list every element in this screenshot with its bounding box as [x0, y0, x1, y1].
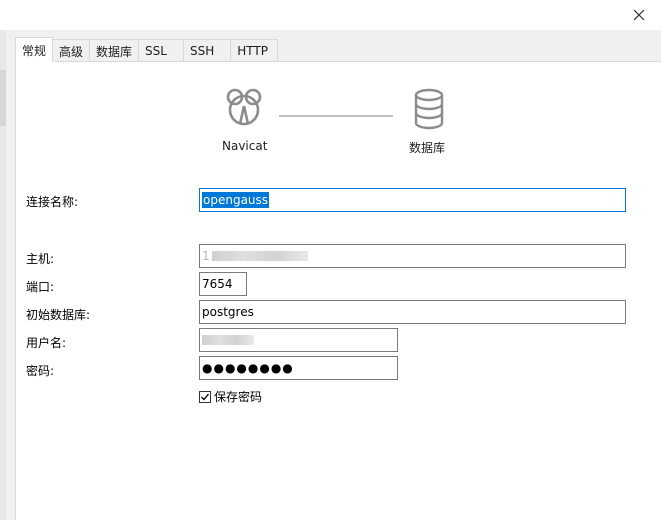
close-button[interactable]	[628, 4, 650, 26]
database-icon	[414, 88, 444, 130]
username-label: 用户名:	[26, 336, 67, 350]
save-password-checkbox[interactable]: 保存密码	[199, 388, 262, 405]
connection-line	[279, 115, 393, 117]
initial-database-value: postgres	[202, 305, 254, 319]
host-field[interactable]: 1	[199, 244, 626, 268]
sidebar-scroll-mark	[0, 70, 6, 126]
tab-bar: 常规 高级 数据库 SSL SSH HTTP	[15, 37, 278, 62]
connection-graphic: Navicat 数据库	[216, 84, 466, 164]
connection-name-label: 连接名称:	[26, 195, 79, 209]
tab-ssl[interactable]: SSL	[138, 39, 184, 62]
checkmark-icon	[201, 393, 210, 400]
tab-general[interactable]: 常规	[15, 37, 54, 62]
checkbox-box[interactable]	[199, 390, 211, 403]
host-redacted	[211, 251, 308, 261]
tab-label: 高级	[59, 44, 84, 59]
save-password-label: 保存密码	[214, 390, 263, 404]
port-label: 端口:	[26, 280, 55, 294]
username-redacted	[202, 335, 254, 345]
port-value: 7654	[202, 277, 233, 291]
title-bar	[0, 0, 661, 30]
left-sidebar-edge	[0, 30, 6, 520]
password-field[interactable]: ●●●●●●●●	[199, 356, 398, 380]
general-panel: Navicat 数据库 连接名称: opengauss 主机: 1 端口: 76…	[15, 61, 661, 520]
connection-dialog: 常规 高级 数据库 SSL SSH HTTP Navicat 数据库 连接名称:…	[0, 0, 661, 520]
host-value-prefix: 1	[202, 249, 210, 263]
connection-name-value: opengauss	[202, 192, 270, 208]
host-label: 主机:	[26, 252, 55, 266]
tab-label: 常规	[22, 43, 47, 58]
tab-label: 数据库	[96, 44, 133, 59]
initial-database-label: 初始数据库:	[26, 308, 91, 322]
tab-http[interactable]: HTTP	[230, 39, 278, 62]
initial-database-field[interactable]: postgres	[199, 300, 626, 324]
username-field[interactable]	[199, 328, 398, 352]
tab-label: SSL	[145, 44, 167, 58]
navicat-logo-icon	[226, 88, 262, 126]
tab-label: HTTP	[237, 44, 268, 58]
tab-ssh[interactable]: SSH	[182, 39, 232, 62]
tab-advanced[interactable]: 高级	[52, 39, 91, 62]
navicat-label: Navicat	[222, 139, 268, 153]
tab-databases[interactable]: 数据库	[89, 39, 140, 62]
close-icon	[633, 9, 645, 21]
tab-label: SSH	[189, 44, 215, 58]
port-field[interactable]: 7654	[199, 272, 247, 296]
password-value: ●●●●●●●●	[202, 361, 294, 375]
database-label: 数据库	[409, 141, 446, 155]
connection-name-field[interactable]: opengauss	[199, 188, 626, 212]
password-label: 密码:	[26, 364, 55, 378]
